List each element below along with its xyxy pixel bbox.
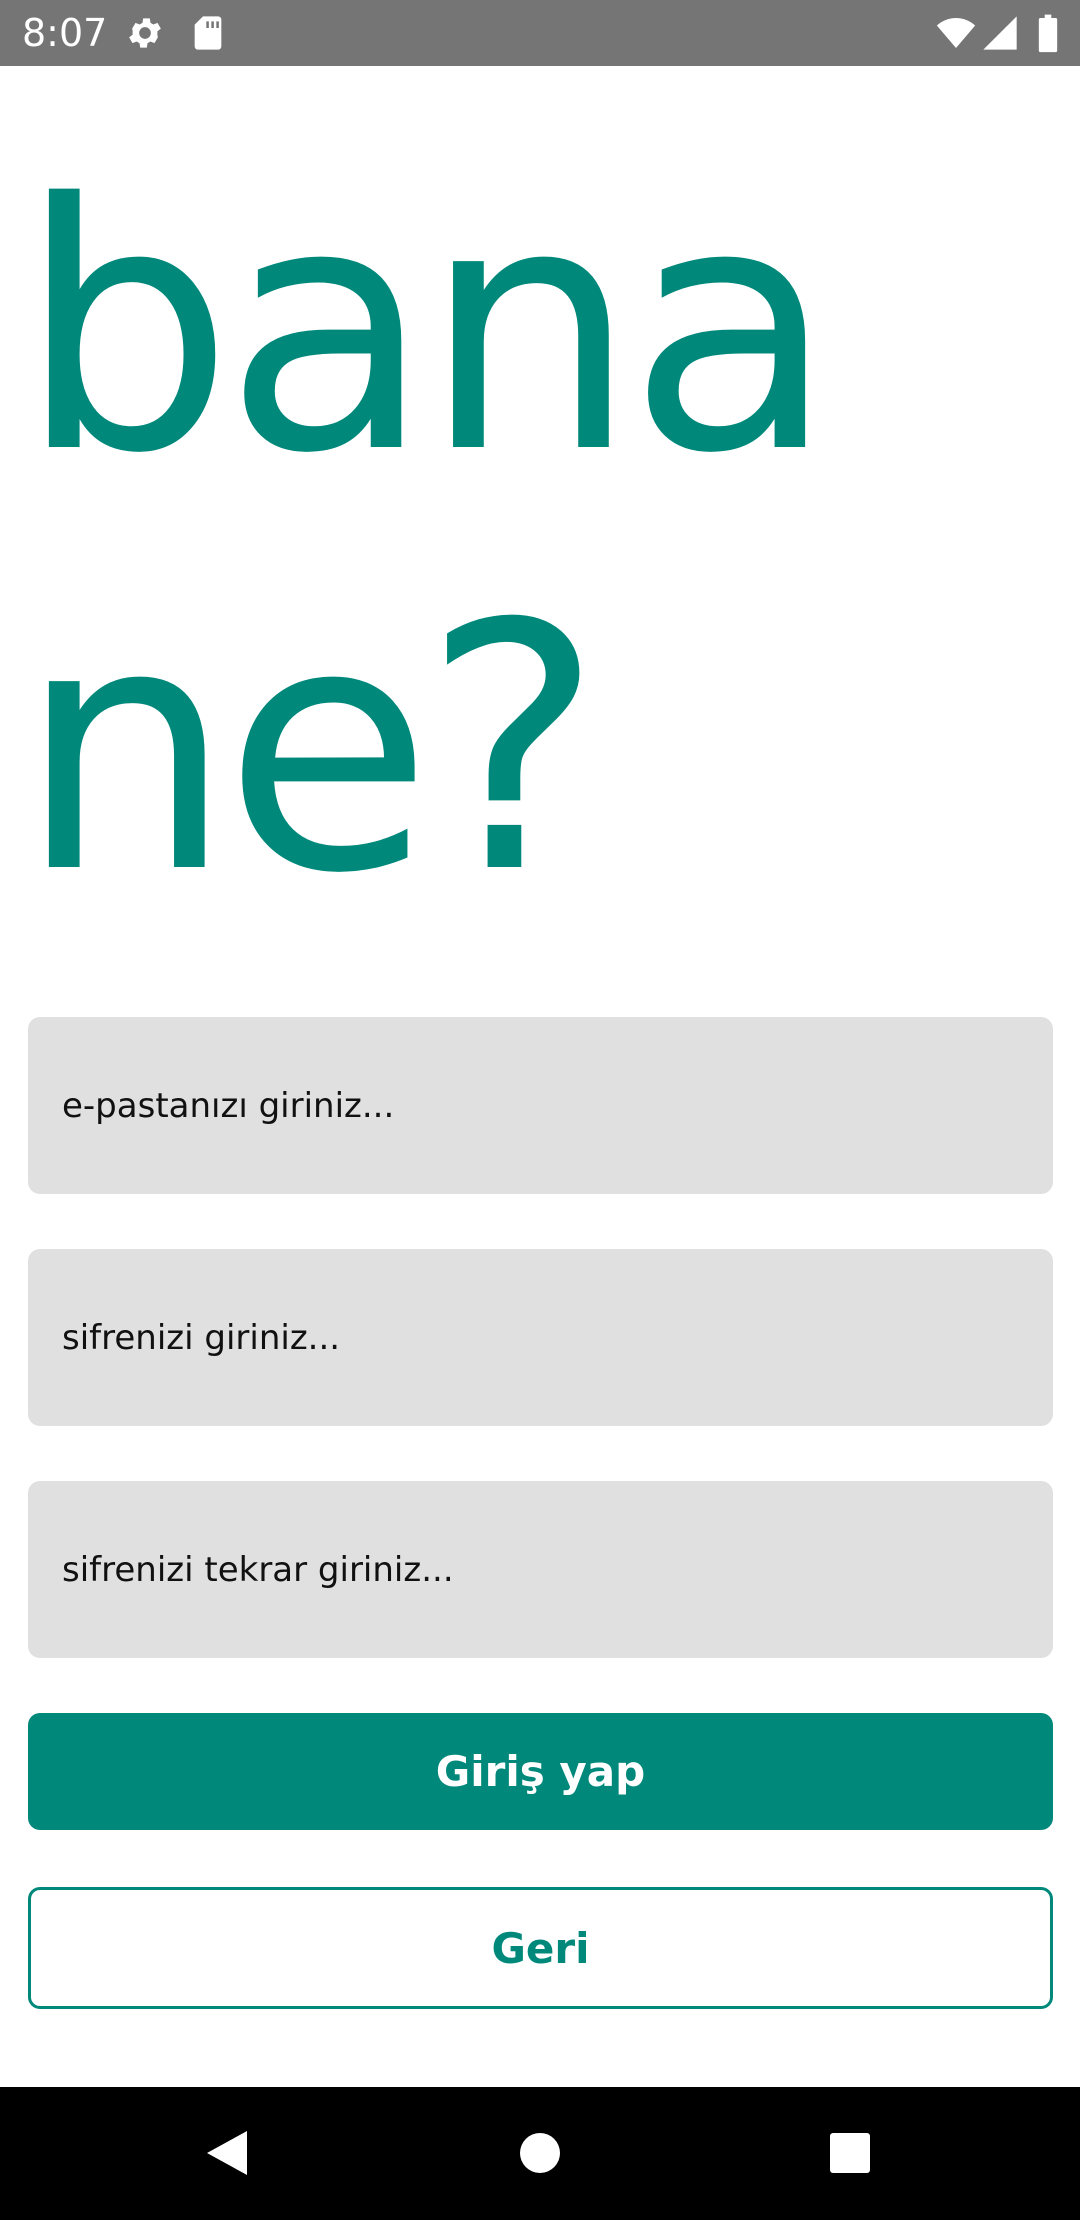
status-bar: 8:07 <box>0 0 1080 66</box>
login-button[interactable]: Giriş yap <box>28 1713 1053 1830</box>
email-field[interactable] <box>28 1017 1053 1194</box>
password-field[interactable] <box>28 1249 1053 1426</box>
home-circle-icon[interactable] <box>500 2113 580 2193</box>
sd-card-icon <box>188 13 228 53</box>
app-title-line-2: ne? <box>18 552 603 948</box>
recents-square-icon[interactable] <box>810 2113 890 2193</box>
gear-icon <box>125 13 165 53</box>
battery-icon <box>1036 13 1060 53</box>
app-title: bana ne? <box>18 120 1058 960</box>
status-time: 8:07 <box>22 11 108 55</box>
password-repeat-field[interactable] <box>28 1481 1053 1658</box>
back-triangle-icon[interactable] <box>186 2113 266 2193</box>
back-button[interactable]: Geri <box>28 1887 1053 2009</box>
navigation-bar <box>0 2087 1080 2220</box>
cellular-signal-icon <box>980 13 1020 53</box>
app-title-line-1: bana <box>18 132 836 528</box>
wifi-icon <box>934 13 978 53</box>
